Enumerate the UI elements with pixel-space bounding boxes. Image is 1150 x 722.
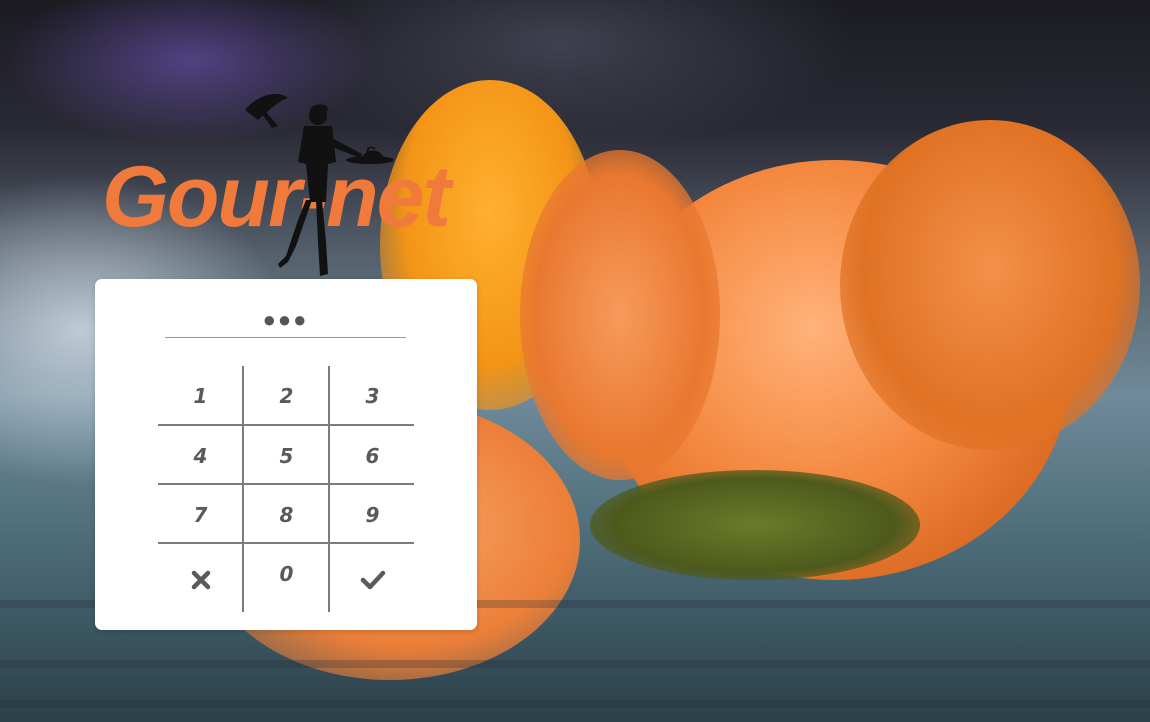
logo-plate-letter: G xyxy=(366,143,377,159)
clear-button[interactable] xyxy=(158,550,243,609)
key-1[interactable]: 1 xyxy=(158,366,243,425)
tangerine-back xyxy=(840,120,1140,450)
checkmark-icon xyxy=(360,570,385,589)
confirm-button[interactable] xyxy=(330,550,415,609)
gournet-logo: Gour-net G xyxy=(100,92,480,282)
x-icon xyxy=(191,570,210,589)
key-4[interactable]: 4 xyxy=(158,426,243,485)
key-7[interactable]: 7 xyxy=(158,485,243,544)
pin-keypad-card: ●●● 1 2 3 4 5 6 7 8 9 0 xyxy=(95,279,477,630)
waiter-figure-icon: G xyxy=(245,94,394,276)
key-5[interactable]: 5 xyxy=(244,426,329,485)
pin-masked-value: ●●● xyxy=(262,307,309,332)
key-2[interactable]: 2 xyxy=(244,366,329,425)
key-9[interactable]: 9 xyxy=(330,485,415,544)
key-8[interactable]: 8 xyxy=(244,485,329,544)
keypad-grid: 1 2 3 4 5 6 7 8 9 0 xyxy=(158,366,414,612)
key-0[interactable]: 0 xyxy=(244,544,329,603)
key-6[interactable]: 6 xyxy=(330,426,415,485)
peel-green xyxy=(590,470,920,580)
key-3[interactable]: 3 xyxy=(330,366,415,425)
tangerine-middle xyxy=(520,150,720,480)
pin-display[interactable]: ●●● xyxy=(165,307,406,338)
